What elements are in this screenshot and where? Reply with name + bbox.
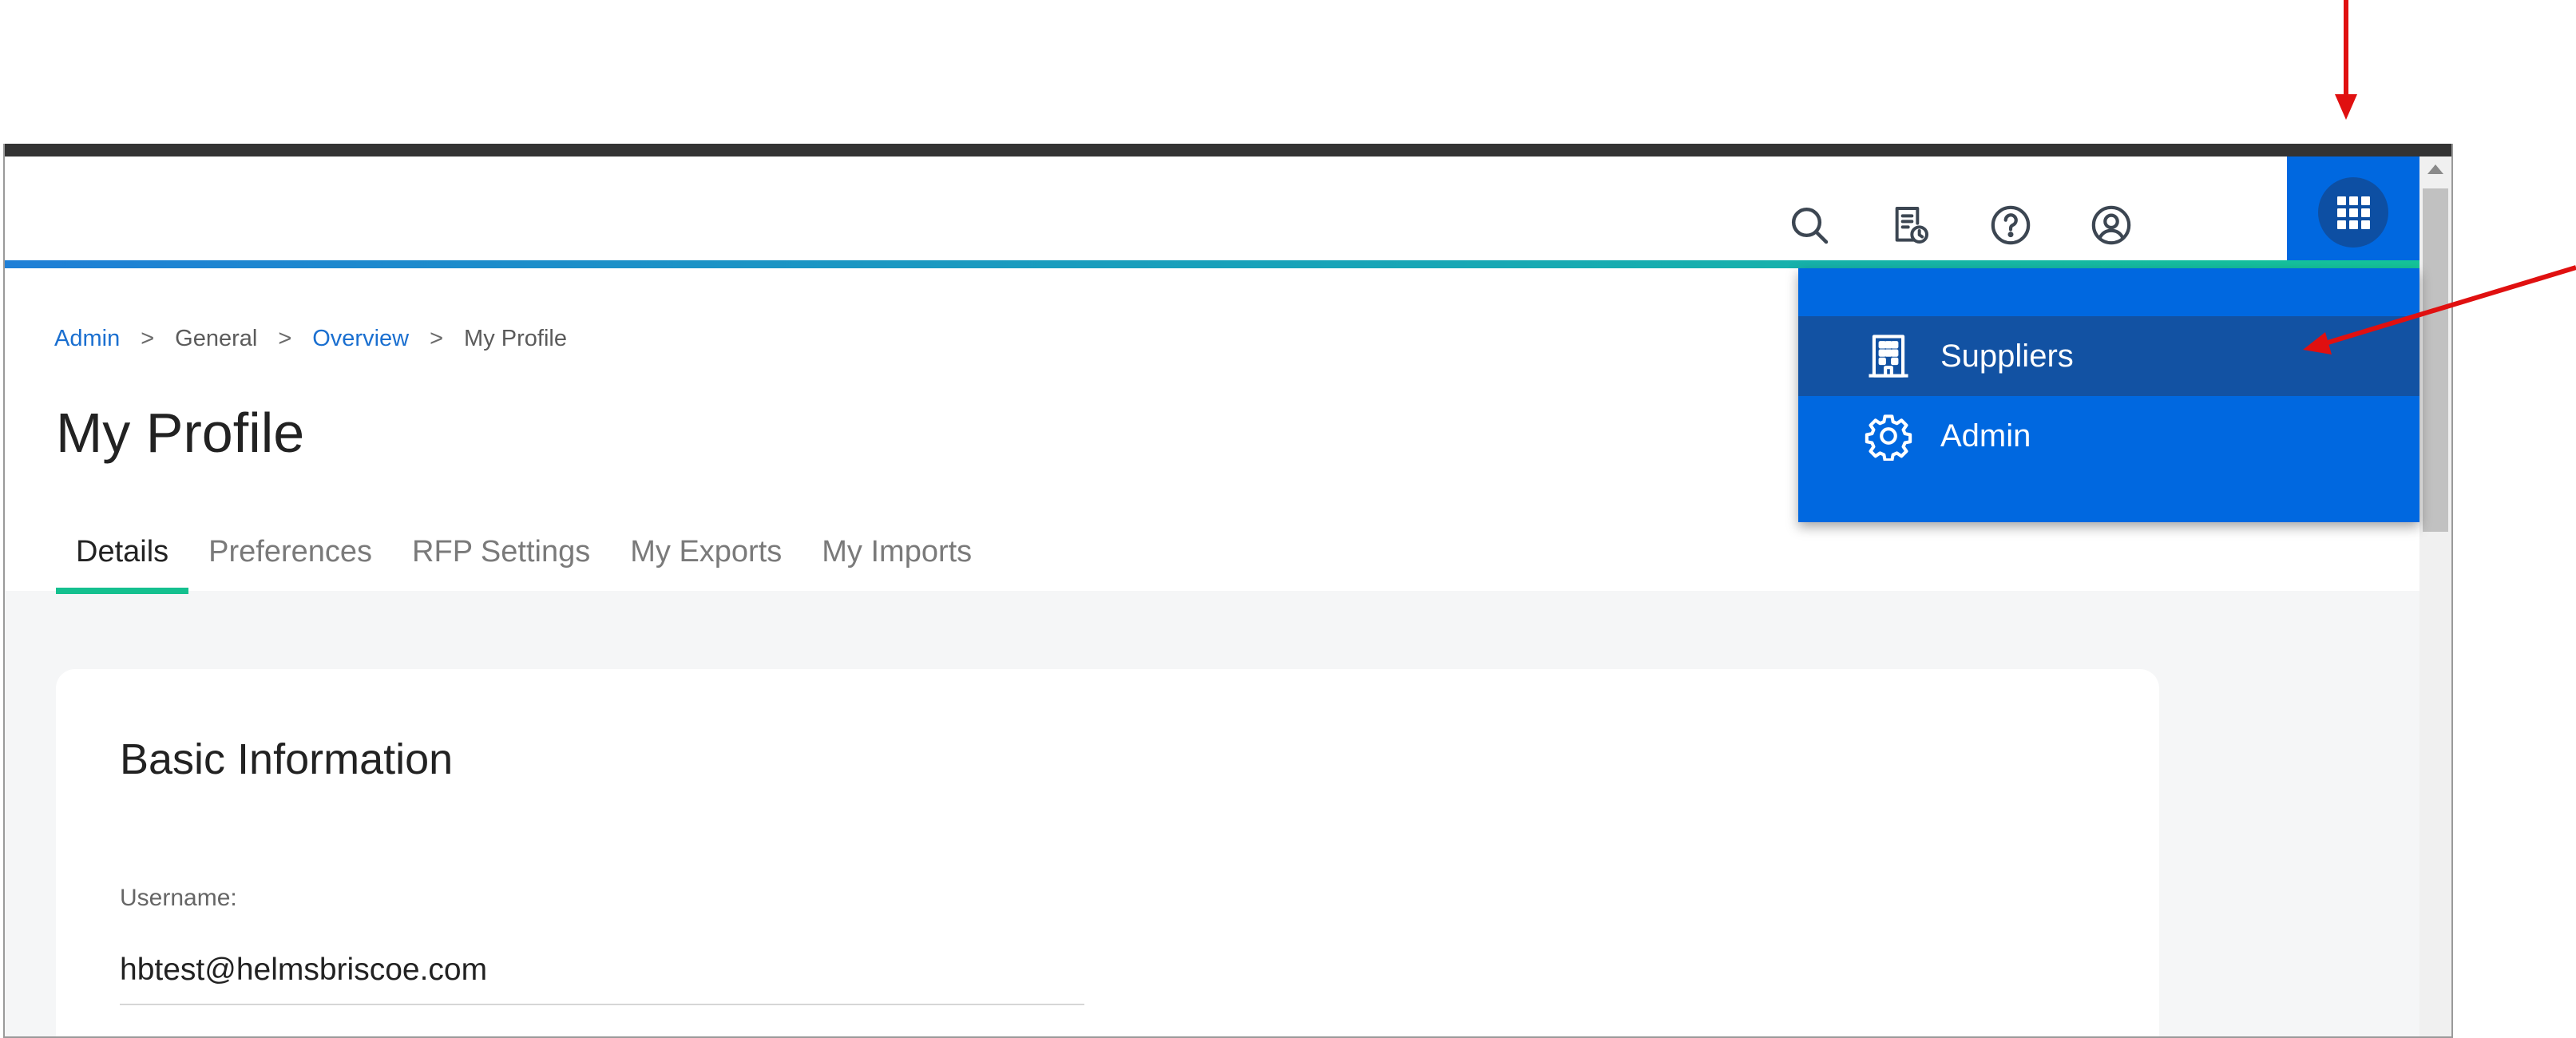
menu-item-admin[interactable]: Admin [1798, 396, 2419, 476]
search-icon[interactable] [1782, 198, 1837, 252]
header-accent-bar [5, 260, 2419, 268]
tab-preferences[interactable]: Preferences [188, 527, 392, 586]
scroll-thumb[interactable] [2423, 188, 2448, 532]
scroll-up-arrow[interactable] [2427, 164, 2443, 174]
username-label: Username: [120, 885, 237, 911]
menu-item-suppliers[interactable]: Suppliers [1798, 316, 2419, 396]
app-switcher-menu: Suppliers Admin [1798, 268, 2419, 522]
breadcrumb-general: General [175, 326, 258, 351]
menu-item-admin-label: Admin [1940, 418, 2031, 454]
page-title: My Profile [56, 402, 305, 464]
building-icon [1861, 328, 1916, 384]
breadcrumb-separator: > [278, 326, 292, 351]
annotation-arrow-down [2335, 0, 2357, 120]
gear-icon [1861, 408, 1916, 464]
window-top-border [5, 144, 2451, 156]
username-value: hbtest@helmsbriscoe.com [120, 953, 1084, 1005]
profile-tabs: Details Preferences RFP Settings My Expo… [56, 527, 992, 594]
breadcrumb-separator: > [430, 326, 444, 351]
vertical-scrollbar[interactable] [2419, 156, 2451, 1036]
breadcrumb-my-profile: My Profile [464, 326, 567, 351]
breadcrumb-admin[interactable]: Admin [54, 326, 120, 352]
breadcrumb: Admin > General > Overview > My Profile [54, 326, 567, 352]
breadcrumb-separator: > [141, 326, 155, 351]
card-title: Basic Information [120, 735, 454, 783]
help-icon[interactable] [1984, 198, 2038, 252]
tab-rfp-settings[interactable]: RFP Settings [392, 527, 610, 586]
apps-grid-button[interactable] [2318, 177, 2388, 248]
screenshot-stage: Admin > General > Overview > My Profile … [0, 0, 2576, 1038]
app-header [5, 156, 2419, 260]
report-history-icon[interactable] [1883, 198, 1937, 252]
tab-details[interactable]: Details [56, 527, 189, 594]
breadcrumb-overview[interactable]: Overview [312, 326, 409, 352]
apps-menu-area [2287, 156, 2419, 268]
menu-item-suppliers-label: Suppliers [1940, 338, 2074, 374]
account-icon[interactable] [2084, 198, 2138, 252]
tab-my-imports[interactable]: My Imports [802, 527, 992, 586]
apps-grid-icon [2336, 196, 2370, 229]
basic-information-card: Basic Information Username: hbtest@helms… [56, 669, 2159, 1036]
tab-my-exports[interactable]: My Exports [610, 527, 802, 586]
